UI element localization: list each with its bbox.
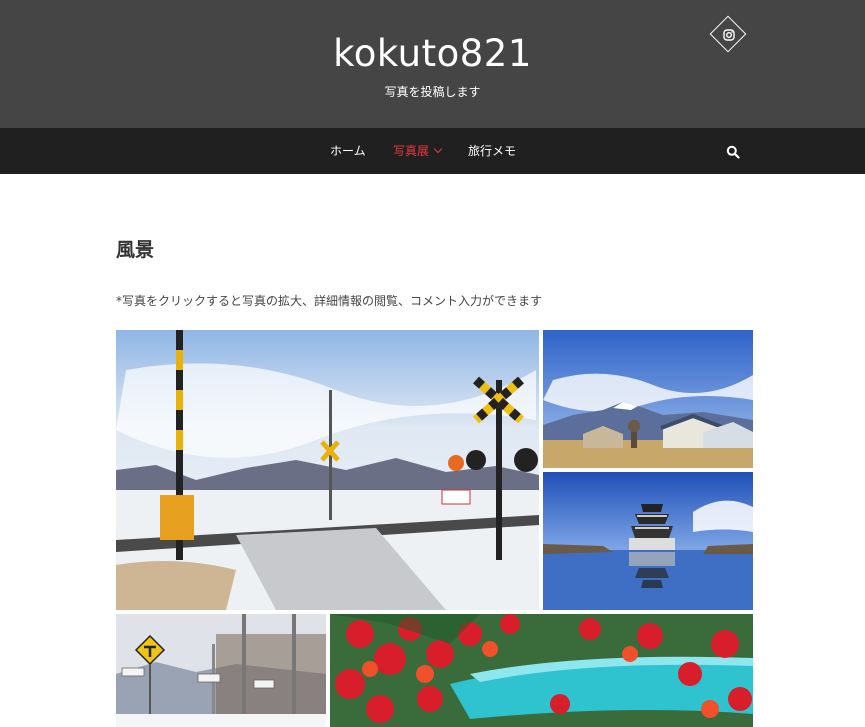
gallery-note: *写真をクリックすると写真の拡大、詳細情報の閲覧、コメント入力ができます	[116, 294, 543, 308]
nav-item-home[interactable]: ホーム	[330, 128, 366, 174]
nav-item-photo-exhibition[interactable]: 写真展	[393, 128, 443, 174]
gallery-photo-road-sign[interactable]	[116, 614, 326, 727]
gallery-photo-maple-leaves[interactable]	[330, 614, 753, 727]
gallery-photo-castle[interactable]	[543, 472, 753, 610]
nav-item-travel-memo[interactable]: 旅行メモ	[468, 128, 516, 174]
gallery-photo-railroad-crossing[interactable]	[116, 330, 539, 610]
search-icon[interactable]	[726, 145, 740, 159]
page-title: 風景	[116, 239, 155, 261]
site-header: kokuto821 写真を投稿します	[0, 0, 865, 128]
nav-item-label: 写真展	[393, 144, 430, 158]
gallery-photo-houses-mountain[interactable]	[543, 330, 753, 468]
instagram-icon[interactable]	[722, 28, 736, 42]
site-tagline: 写真を投稿します	[384, 85, 481, 99]
chevron-down-icon	[433, 144, 443, 154]
